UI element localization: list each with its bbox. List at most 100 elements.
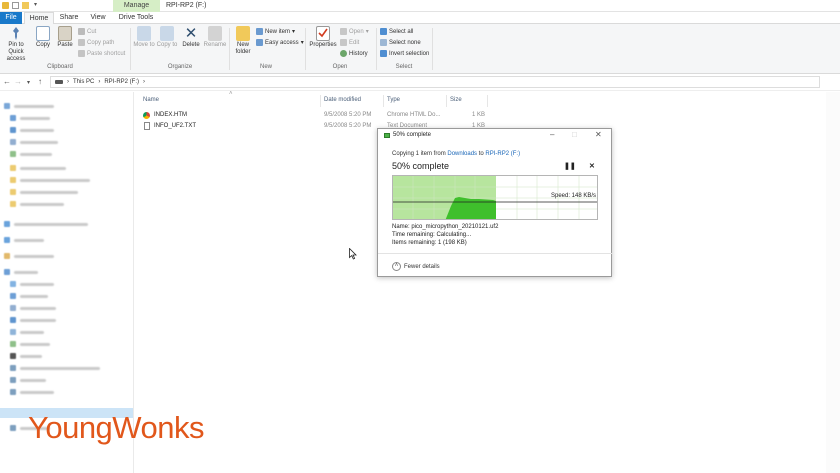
column-header-size[interactable]: Size — [450, 97, 462, 103]
properties-quick-icon[interactable] — [12, 2, 19, 9]
nav-item-blurred[interactable] — [20, 390, 54, 394]
network-icon — [10, 425, 16, 431]
back-arrow-icon[interactable]: ← — [3, 77, 11, 86]
nav-item-blurred[interactable] — [20, 140, 58, 144]
forward-arrow-icon[interactable]: → — [14, 77, 22, 86]
group-separator — [130, 28, 131, 70]
nav-item-blurred[interactable] — [20, 152, 52, 156]
delete-button[interactable]: ✕ Delete — [180, 26, 202, 49]
nav-item-blurred[interactable] — [14, 222, 88, 226]
new-group-label: New — [259, 64, 272, 70]
nav-item-blurred[interactable] — [20, 294, 48, 298]
crumb-this-pc[interactable]: This PC — [73, 79, 94, 85]
nav-item-blurred[interactable] — [14, 238, 44, 242]
pin-quick-access-button[interactable]: Pin to Quick access — [0, 26, 32, 63]
cut-button[interactable]: Cut — [78, 28, 96, 35]
nav-item-blurred[interactable] — [20, 306, 56, 310]
file-row[interactable]: INDEX.HTM 9/5/2008 5:20 PM Chrome HTML D… — [140, 111, 490, 121]
file-size: 1 KB — [472, 112, 486, 118]
rename-button[interactable]: Rename — [203, 26, 227, 49]
history-button[interactable]: History — [340, 50, 368, 57]
column-separator[interactable] — [383, 95, 384, 107]
open-button[interactable]: Open ▾ — [340, 28, 369, 35]
nav-item-blurred[interactable] — [14, 254, 54, 258]
minimize-button[interactable]: – — [550, 130, 554, 139]
paste-icon — [58, 26, 72, 41]
nav-item-blurred[interactable] — [14, 270, 38, 274]
paste-button[interactable]: Paste — [54, 26, 76, 49]
cancel-button[interactable]: ✕ — [589, 162, 595, 170]
new-item-button[interactable]: New item ▾ — [256, 28, 295, 35]
manage-context-tab[interactable]: Manage — [113, 0, 160, 12]
paste-shortcut-label: Paste shortcut — [87, 50, 126, 57]
nav-item-blurred[interactable] — [20, 202, 64, 206]
copy-to-label: Copy to — [156, 42, 178, 48]
new-folder-button[interactable]: New folder — [232, 26, 254, 56]
qat-dropdown-icon[interactable]: ▾ — [32, 2, 39, 9]
nav-item-blurred[interactable] — [20, 282, 54, 286]
breadcrumb[interactable]: › This PC › RPI-RP2 (F:) › — [50, 76, 820, 88]
properties-button[interactable]: Properties — [308, 26, 338, 49]
paste-shortcut-button[interactable]: Paste shortcut — [78, 50, 125, 57]
invert-selection-button[interactable]: Invert selection — [380, 50, 429, 57]
recent-locations-icon[interactable]: ▾ — [27, 79, 30, 86]
tab-share[interactable]: Share — [56, 12, 82, 24]
easy-access-button[interactable]: Easy access ▾ — [256, 39, 304, 46]
dialog-title: 50% complete — [393, 132, 432, 138]
column-header-date-modified[interactable]: Date modified — [324, 97, 361, 103]
edit-button[interactable]: Edit — [340, 39, 359, 46]
up-arrow-icon[interactable]: ↑ — [38, 77, 42, 86]
select-none-button[interactable]: Select none — [380, 39, 421, 46]
move-to-label: Move to — [133, 42, 155, 48]
move-to-button[interactable]: Move to — [133, 26, 155, 49]
nav-item-blurred[interactable] — [20, 166, 66, 170]
clipboard-group-label: Clipboard — [47, 64, 73, 70]
properties-checklist-icon — [316, 26, 330, 41]
tab-drive-tools[interactable]: Drive Tools — [114, 12, 158, 24]
new-folder-quick-icon[interactable] — [22, 2, 29, 9]
mouse-cursor-icon — [349, 248, 357, 260]
tab-file[interactable]: File — [0, 12, 22, 24]
open-label: Open — [349, 28, 364, 35]
properties-label: Properties — [309, 42, 337, 48]
close-button[interactable]: ✕ — [595, 130, 602, 139]
tab-home[interactable]: Home — [24, 12, 54, 24]
tab-view[interactable]: View — [84, 12, 112, 24]
column-header-name[interactable]: Name — [143, 97, 159, 103]
folder-icon — [10, 201, 16, 207]
fewer-details-button[interactable]: ˄ Fewer details — [392, 262, 440, 271]
maximize-button[interactable]: □ — [572, 130, 577, 139]
group-separator — [229, 28, 230, 70]
copy-button[interactable]: Copy — [33, 26, 53, 49]
music-icon — [10, 329, 16, 335]
column-separator[interactable] — [320, 95, 321, 107]
nav-item-blurred[interactable] — [20, 318, 56, 322]
documents-icon — [10, 305, 16, 311]
pause-button[interactable]: ❚❚ — [564, 162, 576, 170]
column-separator[interactable] — [446, 95, 447, 107]
nav-item-blurred[interactable] — [20, 178, 90, 182]
select-none-label: Select none — [389, 39, 421, 46]
nav-item-blurred[interactable] — [20, 116, 50, 120]
copy-icon — [36, 26, 50, 41]
nav-item-blurred[interactable] — [14, 104, 54, 108]
column-separator[interactable] — [487, 95, 488, 107]
column-header-type[interactable]: Type — [387, 97, 400, 103]
drive-icon — [10, 377, 16, 383]
nav-item-blurred[interactable] — [20, 190, 78, 194]
destination-link[interactable]: RPI-RP2 (F:) — [485, 151, 520, 157]
source-link[interactable]: Downloads — [447, 151, 477, 157]
nav-item-blurred[interactable] — [20, 354, 42, 358]
copy-to-button[interactable]: Copy to — [156, 26, 178, 49]
cut-label: Cut — [87, 28, 97, 35]
downloads-icon — [10, 317, 16, 323]
nav-item-blurred[interactable] — [20, 342, 50, 346]
select-all-button[interactable]: Select all — [380, 28, 413, 35]
nav-item-blurred[interactable] — [20, 330, 44, 334]
nav-item-blurred[interactable] — [20, 378, 46, 382]
nav-item-blurred[interactable] — [20, 128, 54, 132]
nav-item-blurred[interactable] — [20, 366, 100, 370]
folder-icon — [10, 189, 16, 195]
copy-path-button[interactable]: Copy path — [78, 39, 114, 46]
crumb-drive[interactable]: RPI-RP2 (F:) — [104, 79, 139, 85]
